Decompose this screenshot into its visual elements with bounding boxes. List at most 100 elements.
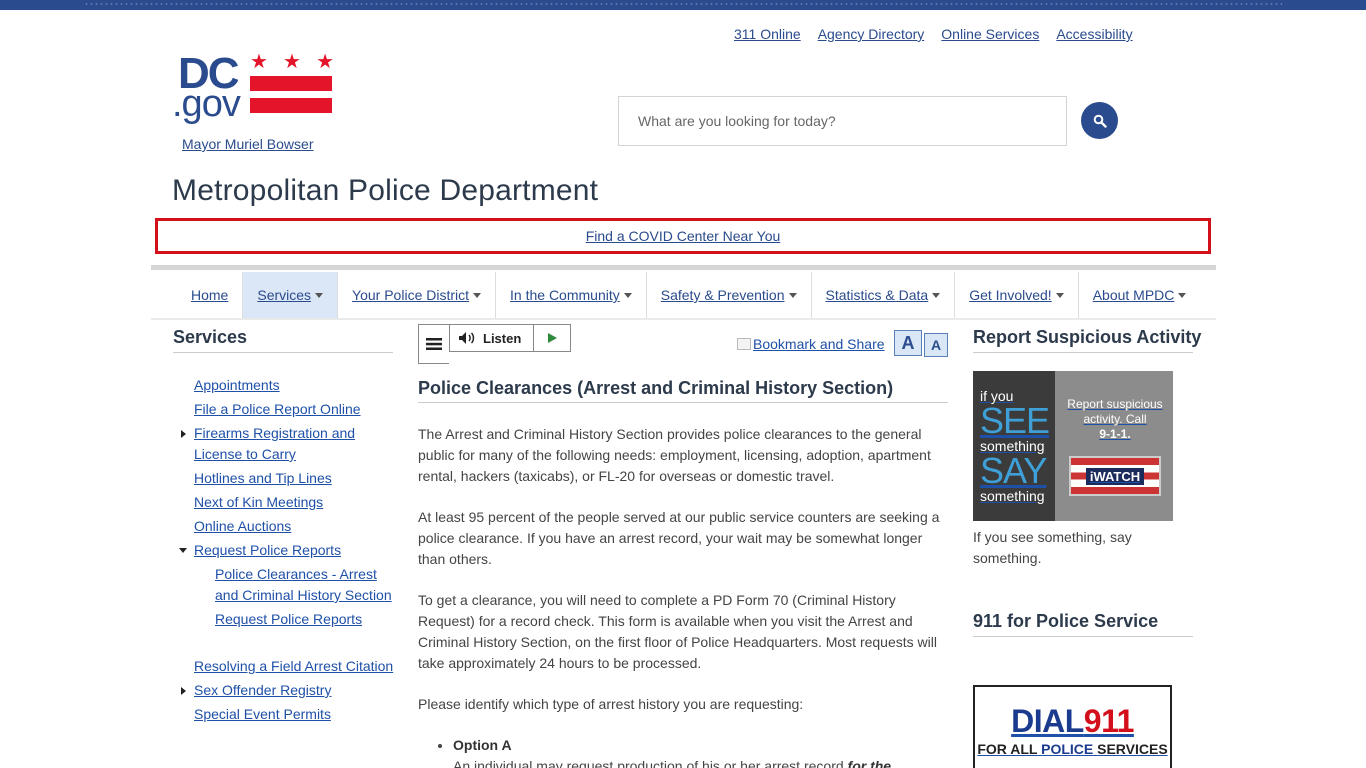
dial-number: 911 <box>1083 703 1135 739</box>
nav-item-about-mpdc[interactable]: About MPDC <box>1079 272 1201 318</box>
utility-link-311[interactable]: 311 Online <box>734 26 801 42</box>
expand-arrow-icon[interactable] <box>181 430 186 438</box>
chevron-down-icon[interactable] <box>315 292 324 298</box>
decrease-font-button[interactable]: A <box>924 333 948 357</box>
sidebar-nav: Appointments File a Police Report Online… <box>179 375 394 728</box>
nav-about-link[interactable]: About MPDC <box>1093 287 1175 303</box>
sidebar-item-special-event: Special Event Permits <box>194 704 394 725</box>
nav-item-in-the-community[interactable]: In the Community <box>496 272 647 318</box>
sidebar-link[interactable]: Firearms Registration and License to Car… <box>194 425 355 462</box>
chevron-down-icon[interactable] <box>788 292 797 298</box>
right-divider <box>973 636 1193 637</box>
nav-home-link[interactable]: Home <box>191 287 228 303</box>
chevron-down-icon[interactable] <box>932 292 941 298</box>
font-a-large-label: A <box>901 332 915 353</box>
sidebar-link[interactable]: Appointments <box>194 377 280 393</box>
option-a-text: An individual may request production of … <box>453 758 844 768</box>
nav-item-get-involved[interactable]: Get Involved! <box>955 272 1079 318</box>
utility-nav: 311 Online Agency Directory Online Servi… <box>734 26 1133 42</box>
iwatch-banner[interactable]: if you SEE something SAY something Repor… <box>973 371 1173 521</box>
sidebar-item-hotlines: Hotlines and Tip Lines <box>194 468 394 489</box>
agency-title: Metropolitan Police Department <box>172 174 599 207</box>
sidebar-subitem-police-clearances: Police Clearances - Arrest and Criminal … <box>194 564 394 606</box>
dial-subline-a: FOR ALL <box>977 741 1038 757</box>
sidebar-divider <box>173 352 393 353</box>
page-title: Police Clearances (Arrest and Criminal H… <box>418 378 894 398</box>
listen-button[interactable]: Listen <box>450 325 535 351</box>
bookmark-share-link[interactable]: Bookmark and Share <box>737 336 885 352</box>
dc-flag-stars-icon: ★ ★ ★ <box>250 51 334 73</box>
nav-statistics-link[interactable]: Statistics & Data <box>826 287 929 303</box>
chevron-down-icon[interactable] <box>1055 292 1064 298</box>
dial-911-banner[interactable]: DIAL911 FOR ALL POLICE SERVICES <box>973 685 1172 768</box>
nav-item-services[interactable]: Services <box>243 272 339 318</box>
iwatch-report-text: Report suspicious activity. Call <box>1067 397 1163 426</box>
listen-control: Listen <box>449 324 572 352</box>
covid-banner: Find a COVID Center Near You <box>155 218 1211 254</box>
nav-item-safety-prevention[interactable]: Safety & Prevention <box>647 272 812 318</box>
increase-font-button[interactable]: A <box>894 330 922 356</box>
search-icon <box>1093 114 1107 128</box>
dial-word: DIAL <box>1011 703 1084 739</box>
nav-top-divider <box>151 265 1216 270</box>
search-box <box>618 96 1067 146</box>
chevron-down-icon[interactable] <box>473 292 482 298</box>
sidebar-link[interactable]: Hotlines and Tip Lines <box>194 470 332 486</box>
option-a-label: Option A <box>453 737 512 753</box>
sidebar-link[interactable]: Next of Kin Meetings <box>194 494 323 510</box>
iwatch-flag-logo: iWATCH <box>1069 456 1161 496</box>
play-icon <box>548 333 558 343</box>
dc-flag-bar <box>250 98 332 113</box>
utility-link-accessibility[interactable]: Accessibility <box>1056 26 1132 42</box>
covid-center-link[interactable]: Find a COVID Center Near You <box>586 228 781 244</box>
nav-item-statistics-data[interactable]: Statistics & Data <box>812 272 956 318</box>
nav-community-link[interactable]: In the Community <box>510 287 620 303</box>
utility-link-agency-directory[interactable]: Agency Directory <box>818 26 925 42</box>
sidebar-link[interactable]: File a Police Report Online <box>194 401 361 417</box>
nav-item-home[interactable]: Home <box>177 272 244 318</box>
search-input[interactable] <box>619 97 1066 145</box>
dc-flag-bar <box>250 76 332 91</box>
bookmark-share-label: Bookmark and Share <box>753 336 885 352</box>
sidebar-item-online-auctions: Online Auctions <box>194 516 394 537</box>
dial-911-subline: FOR ALL POLICE SERVICES <box>975 741 1170 757</box>
article-body: The Arrest and Criminal History Section … <box>418 424 948 768</box>
article-paragraph: The Arrest and Criminal History Section … <box>418 426 931 484</box>
expand-arrow-icon[interactable] <box>181 687 186 695</box>
nav-district-link[interactable]: Your Police District <box>352 287 469 303</box>
chevron-down-icon[interactable] <box>623 292 632 298</box>
iwatch-say: SAY <box>980 450 1047 491</box>
sidebar-link[interactable]: Online Auctions <box>194 518 291 534</box>
listen-label: Listen <box>483 330 522 346</box>
nav-services-link[interactable]: Services <box>257 287 311 303</box>
sidebar-title: Services <box>173 327 248 347</box>
listen-menu-button[interactable] <box>418 324 449 364</box>
sidebar-link[interactable]: Special Event Permits <box>194 706 331 722</box>
nav-safety-link[interactable]: Safety & Prevention <box>661 287 785 303</box>
iwatch-number: 9-1-1. <box>1099 427 1131 441</box>
main-nav: Home Services Your Police District In th… <box>177 272 1200 318</box>
sidebar-link[interactable]: Request Police Reports <box>215 611 362 627</box>
sidebar-link-current[interactable]: Police Clearances - Arrest and Criminal … <box>215 566 392 603</box>
nav-item-your-police-district[interactable]: Your Police District <box>338 272 497 318</box>
dc-gov-logo[interactable]: DC .gov ★ ★ ★ <box>172 52 334 128</box>
option-a-emphasis: for the <box>847 758 892 768</box>
article-paragraph: Please identify which type of arrest his… <box>418 696 804 712</box>
sidebar-link[interactable]: Sex Offender Registry <box>194 682 331 698</box>
listen-toolbar: Listen <box>418 324 572 364</box>
play-button[interactable] <box>534 325 570 351</box>
hamburger-menu-icon <box>426 338 442 350</box>
sidebar-link[interactable]: Request Police Reports <box>194 542 341 558</box>
chevron-down-icon[interactable] <box>1178 292 1187 298</box>
nav-get-involved-link[interactable]: Get Involved! <box>969 287 1052 303</box>
utility-link-online-services[interactable]: Online Services <box>941 26 1039 42</box>
sidebar-link[interactable]: Resolving a Field Arrest Citation <box>194 658 393 674</box>
iwatch-caption: If you see something, say something. <box>973 529 1132 566</box>
list-item: Option A An individual may request produ… <box>453 735 948 768</box>
mayor-link[interactable]: Mayor Muriel Bowser <box>182 136 313 152</box>
sidebar-item-firearms: Firearms Registration and License to Car… <box>181 423 394 465</box>
sidebar-item-request-reports: Request Police Reports <box>179 540 394 561</box>
right-divider <box>973 352 1193 353</box>
collapse-arrow-icon[interactable] <box>179 548 187 553</box>
search-button[interactable] <box>1081 102 1118 139</box>
